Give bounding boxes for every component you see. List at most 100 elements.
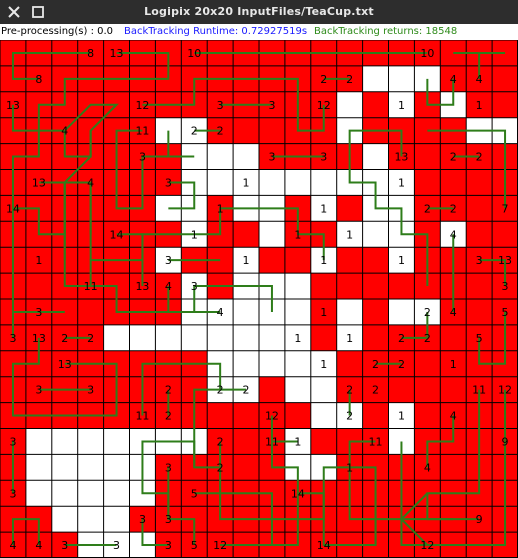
grid-cell[interactable] [466, 195, 493, 222]
grid-cell[interactable] [310, 376, 337, 403]
grid-cell[interactable] [362, 273, 389, 299]
grid-cell[interactable] [233, 143, 259, 170]
grid-cell[interactable] [284, 402, 311, 429]
grid-cell[interactable] [51, 428, 78, 455]
grid-cell[interactable] [492, 65, 518, 92]
grid-cell[interactable] [414, 143, 441, 170]
grid-cell[interactable] [362, 324, 389, 351]
grid-cell[interactable] [310, 324, 337, 351]
grid-cell[interactable] [233, 299, 259, 325]
grid-cell[interactable] [362, 299, 389, 325]
grid-cell[interactable] [414, 169, 441, 196]
grid-cell[interactable] [362, 402, 389, 429]
clue-number: 1 [346, 228, 353, 241]
grid-cell[interactable] [25, 480, 52, 507]
grid-cell[interactable] [51, 506, 78, 533]
clue-number: 2 [476, 151, 483, 164]
grid-cell[interactable] [25, 454, 52, 481]
grid-cell[interactable] [362, 91, 389, 118]
grid-cell[interactable] [310, 402, 337, 429]
grid-cell[interactable] [336, 91, 363, 118]
grid-cell[interactable] [284, 350, 311, 377]
grid-cell[interactable] [103, 324, 130, 351]
grid-cell[interactable] [207, 143, 234, 170]
grid-cell[interactable] [207, 324, 234, 351]
clue-number: 11 [472, 384, 486, 397]
grid-cell[interactable] [51, 480, 78, 507]
grid-cell[interactable] [284, 376, 311, 403]
grid-cell[interactable] [336, 299, 363, 325]
clue-number: 1 [320, 202, 327, 215]
grid-cell[interactable] [259, 350, 285, 377]
grid-cell[interactable] [259, 221, 285, 248]
grid-cell[interactable] [492, 221, 518, 248]
grid-cell[interactable] [259, 376, 285, 403]
grid-cell[interactable] [77, 506, 104, 533]
grid-cell[interactable] [362, 221, 389, 248]
grid-cell[interactable] [362, 143, 389, 170]
grid-cell[interactable] [362, 247, 389, 274]
grid-cell[interactable] [259, 324, 285, 351]
grid-cell[interactable] [181, 324, 208, 351]
grid-cell[interactable] [259, 117, 285, 144]
clue-number: 2 [217, 435, 224, 448]
grid-cell[interactable] [233, 324, 259, 351]
grid-cell[interactable] [25, 273, 52, 299]
grid-cell[interactable] [336, 273, 363, 299]
grid-cell[interactable] [414, 402, 441, 429]
grid-cell[interactable] [233, 454, 259, 481]
grid-cell[interactable] [259, 247, 285, 274]
grid-cell[interactable] [310, 428, 337, 455]
grid-cell[interactable] [492, 91, 518, 118]
grid-cell[interactable] [440, 324, 467, 351]
grid-cell[interactable] [284, 169, 311, 196]
grid-cell[interactable] [77, 480, 104, 507]
grid-cell[interactable] [284, 299, 311, 325]
grid-cell[interactable] [51, 454, 78, 481]
grid-cell[interactable] [233, 402, 259, 429]
clue-number: 2 [165, 384, 172, 397]
grid-cell[interactable] [336, 195, 363, 222]
grid-cell[interactable] [103, 428, 130, 455]
grid-cell[interactable] [466, 273, 493, 299]
grid-cell[interactable] [259, 169, 285, 196]
grid-cell[interactable] [440, 169, 467, 196]
grid-cell[interactable] [362, 65, 389, 92]
grid-cell[interactable] [388, 273, 415, 299]
puzzle-grid[interactable]: 8 13 10 108 2 2 4 413 12 3 3 12 1 14 11 2 23 3 3 13 2 213 4 3 1 1… [0, 40, 518, 558]
grid-cell[interactable] [233, 350, 259, 377]
grid-cell[interactable] [129, 324, 156, 351]
grid-cell[interactable] [466, 169, 493, 196]
grid-cell[interactable] [466, 221, 493, 248]
grid-cell[interactable] [310, 169, 337, 196]
grid-cell[interactable] [336, 350, 363, 377]
grid-cell[interactable] [103, 506, 130, 533]
grid-cell[interactable] [77, 428, 104, 455]
grid-cell[interactable] [155, 324, 182, 351]
grid-cell[interactable] [414, 376, 441, 403]
grid-cell[interactable] [284, 247, 311, 274]
grid-cell[interactable] [466, 299, 493, 325]
grid-cell[interactable] [310, 273, 337, 299]
grid-cell[interactable] [25, 428, 52, 455]
grid-cell[interactable] [233, 117, 259, 144]
grid-cell[interactable] [233, 221, 259, 248]
grid-cell[interactable] [414, 350, 441, 377]
grid-cell[interactable] [388, 65, 415, 92]
grid-cell[interactable] [388, 299, 415, 325]
grid-cell[interactable] [77, 454, 104, 481]
grid-cell[interactable] [440, 454, 467, 481]
grid-cell[interactable] [233, 428, 259, 455]
grid-cell[interactable] [103, 480, 130, 507]
grid-cell[interactable] [103, 454, 130, 481]
grid-cell[interactable] [77, 299, 104, 325]
grid-cell[interactable] [336, 247, 363, 274]
clue-number: 4 [450, 410, 457, 423]
grid-cell[interactable] [440, 376, 467, 403]
grid-cell[interactable] [284, 273, 311, 299]
grid-cell[interactable] [207, 169, 234, 196]
clue-number: 3 [165, 461, 172, 474]
clue-number: 4 [217, 306, 224, 319]
grid-cell[interactable] [388, 376, 415, 403]
grid-cell[interactable] [207, 402, 234, 429]
